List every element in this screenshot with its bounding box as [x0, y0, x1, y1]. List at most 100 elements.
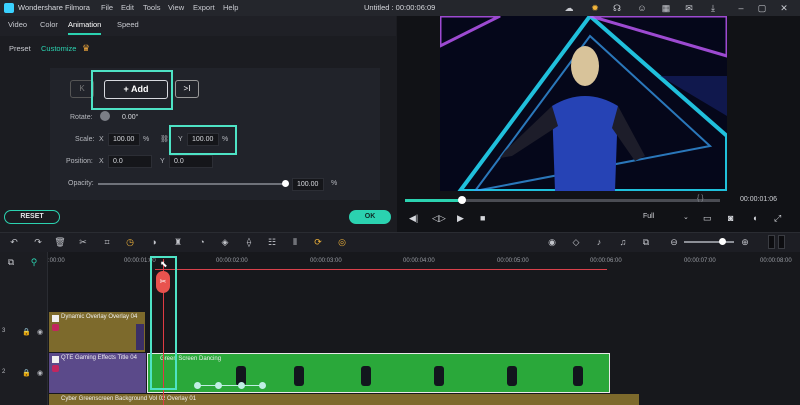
- property-tabs: Video Color Animation Speed: [0, 16, 396, 36]
- rotate-dial[interactable]: [100, 111, 110, 121]
- keyframe-marker[interactable]: [194, 382, 201, 389]
- menu-view[interactable]: View: [168, 3, 184, 12]
- zoom-slider-handle[interactable]: [719, 238, 726, 245]
- add-keyframe-button[interactable]: + Add: [104, 80, 168, 99]
- clip-qte-title[interactable]: QTE Gaming Effects Title 04: [49, 353, 146, 393]
- download-icon[interactable]: ⤓: [707, 2, 719, 14]
- marker-icon[interactable]: ◇: [570, 236, 582, 248]
- preview-scrubber-handle[interactable]: [457, 196, 466, 204]
- document-title: Untitled : 00:00:06:09: [364, 3, 436, 12]
- fullscreen-icon[interactable]: ⤢: [774, 213, 781, 224]
- mail-icon[interactable]: ✉: [683, 2, 695, 14]
- voiceover-icon[interactable]: ♫: [617, 236, 629, 248]
- user-icon[interactable]: ☺: [636, 2, 648, 14]
- cloud-icon[interactable]: ☁: [563, 2, 575, 14]
- ok-button[interactable]: OK: [349, 210, 391, 224]
- thumbnail-person: [361, 366, 371, 386]
- monitor-icon[interactable]: ▭: [703, 213, 712, 224]
- maximize-icon[interactable]: ▢: [756, 2, 768, 14]
- rotate-label: Rotate:: [70, 114, 93, 121]
- clip-dynamic-overlay[interactable]: Dynamic Overlay Overlay 04: [49, 312, 145, 352]
- close-icon[interactable]: ✕: [778, 2, 790, 14]
- keyframe-line: [196, 385, 264, 386]
- stabilize-icon[interactable]: ⟠: [243, 236, 255, 248]
- prev-frame-icon[interactable]: ◀|: [409, 213, 418, 224]
- layout-icon[interactable]: ▦: [660, 2, 672, 14]
- opacity-label: Opacity:: [68, 180, 94, 187]
- keyframe-marker[interactable]: [238, 382, 245, 389]
- quality-select[interactable]: Full ⌄: [643, 213, 691, 225]
- snap-icon[interactable]: ⚲: [28, 256, 40, 268]
- position-y-field[interactable]: 0.0: [169, 155, 213, 168]
- delete-icon[interactable]: 🗑: [54, 236, 66, 248]
- ruler-tick: 00:00:02:00: [216, 258, 248, 264]
- zoom-slider[interactable]: [684, 241, 734, 243]
- zoom-in-icon[interactable]: ⊕: [739, 236, 751, 248]
- menu-help[interactable]: Help: [223, 3, 238, 12]
- green-screen-icon[interactable]: ♜: [172, 236, 184, 248]
- scale-label: Scale:: [75, 136, 95, 143]
- keyframe-marker[interactable]: [215, 382, 222, 389]
- keyframe-marker[interactable]: [259, 382, 266, 389]
- menu-export[interactable]: Export: [193, 3, 215, 12]
- lock-icon[interactable]: 🔒: [22, 328, 31, 336]
- menu-file[interactable]: File: [101, 3, 113, 12]
- reset-button[interactable]: RESET: [4, 210, 60, 224]
- adjust-icon[interactable]: ☷: [266, 236, 278, 248]
- play-icon[interactable]: ▶: [457, 213, 464, 224]
- redo-icon[interactable]: ↷: [32, 236, 44, 248]
- lightbulb-icon[interactable]: ✹: [589, 2, 601, 14]
- add-track-icon[interactable]: ⧉: [5, 256, 17, 268]
- scale-y-field[interactable]: 100.00: [187, 133, 219, 146]
- minimize-icon[interactable]: –: [735, 2, 747, 14]
- audio-icon[interactable]: ⫴: [289, 236, 301, 248]
- microphone-icon[interactable]: ♪: [593, 236, 605, 248]
- lock-icon[interactable]: 🔒: [22, 369, 31, 377]
- ruler-tick: :00:00: [48, 258, 65, 264]
- tab-video[interactable]: Video: [8, 20, 27, 29]
- opacity-slider[interactable]: [98, 183, 286, 185]
- crop-icon[interactable]: ⌗: [101, 236, 113, 248]
- color-icon[interactable]: ◑: [148, 236, 160, 248]
- thumbnail-person: [573, 366, 583, 386]
- pip-icon[interactable]: ⧉: [640, 236, 652, 248]
- position-y-label: Y: [160, 158, 165, 165]
- ai-icon[interactable]: ◎: [336, 236, 348, 248]
- snapshot-icon[interactable]: ◙: [728, 213, 733, 223]
- eye-icon[interactable]: ◉: [37, 328, 43, 336]
- undo-icon[interactable]: ↶: [8, 236, 20, 248]
- keyframe-icon[interactable]: ◈: [219, 236, 231, 248]
- tab-speed[interactable]: Speed: [117, 20, 139, 29]
- zoom-out-icon[interactable]: ⊖: [668, 236, 680, 248]
- timeline-render-line: [155, 269, 607, 270]
- volume-icon[interactable]: ◖: [752, 213, 757, 223]
- mark-brackets[interactable]: { }: [697, 195, 704, 202]
- rotate-value[interactable]: 0.00°: [122, 114, 138, 121]
- tab-color[interactable]: Color: [40, 20, 58, 29]
- menu-tools[interactable]: Tools: [143, 3, 161, 12]
- opacity-slider-handle[interactable]: [282, 180, 289, 187]
- subtab-preset[interactable]: Preset: [9, 44, 31, 53]
- headset-icon[interactable]: ☊: [611, 2, 623, 14]
- eye-icon[interactable]: ◉: [37, 369, 43, 377]
- clip-cyber-background[interactable]: Cyber Greenscreen Background Vol 02 Over…: [49, 394, 639, 405]
- scale-x-field[interactable]: 100.00: [108, 133, 140, 146]
- edit-toolbar: [0, 232, 800, 252]
- audio-meter-right: [778, 235, 785, 249]
- step-back-icon[interactable]: ◁▷: [432, 213, 446, 224]
- link-icon[interactable]: ⛓: [160, 135, 169, 143]
- subtab-customize[interactable]: Customize: [41, 44, 76, 53]
- next-keyframe-button[interactable]: >I: [175, 80, 199, 98]
- opacity-field[interactable]: 100.00: [292, 178, 324, 191]
- position-x-field[interactable]: 0.0: [108, 155, 152, 168]
- stop-icon[interactable]: ■: [480, 213, 485, 223]
- ruler-tick: 00:00:03:00: [310, 258, 342, 264]
- quality-value: Full: [643, 213, 655, 220]
- speed-icon[interactable]: ◷: [124, 236, 136, 248]
- menu-edit[interactable]: Edit: [121, 3, 134, 12]
- tab-animation[interactable]: Animation: [68, 20, 102, 35]
- duration-icon[interactable]: ◔: [196, 236, 208, 248]
- render-icon[interactable]: ⟳: [312, 236, 324, 248]
- render-preview-icon[interactable]: ◉: [546, 236, 558, 248]
- cut-icon[interactable]: ✂: [77, 236, 89, 248]
